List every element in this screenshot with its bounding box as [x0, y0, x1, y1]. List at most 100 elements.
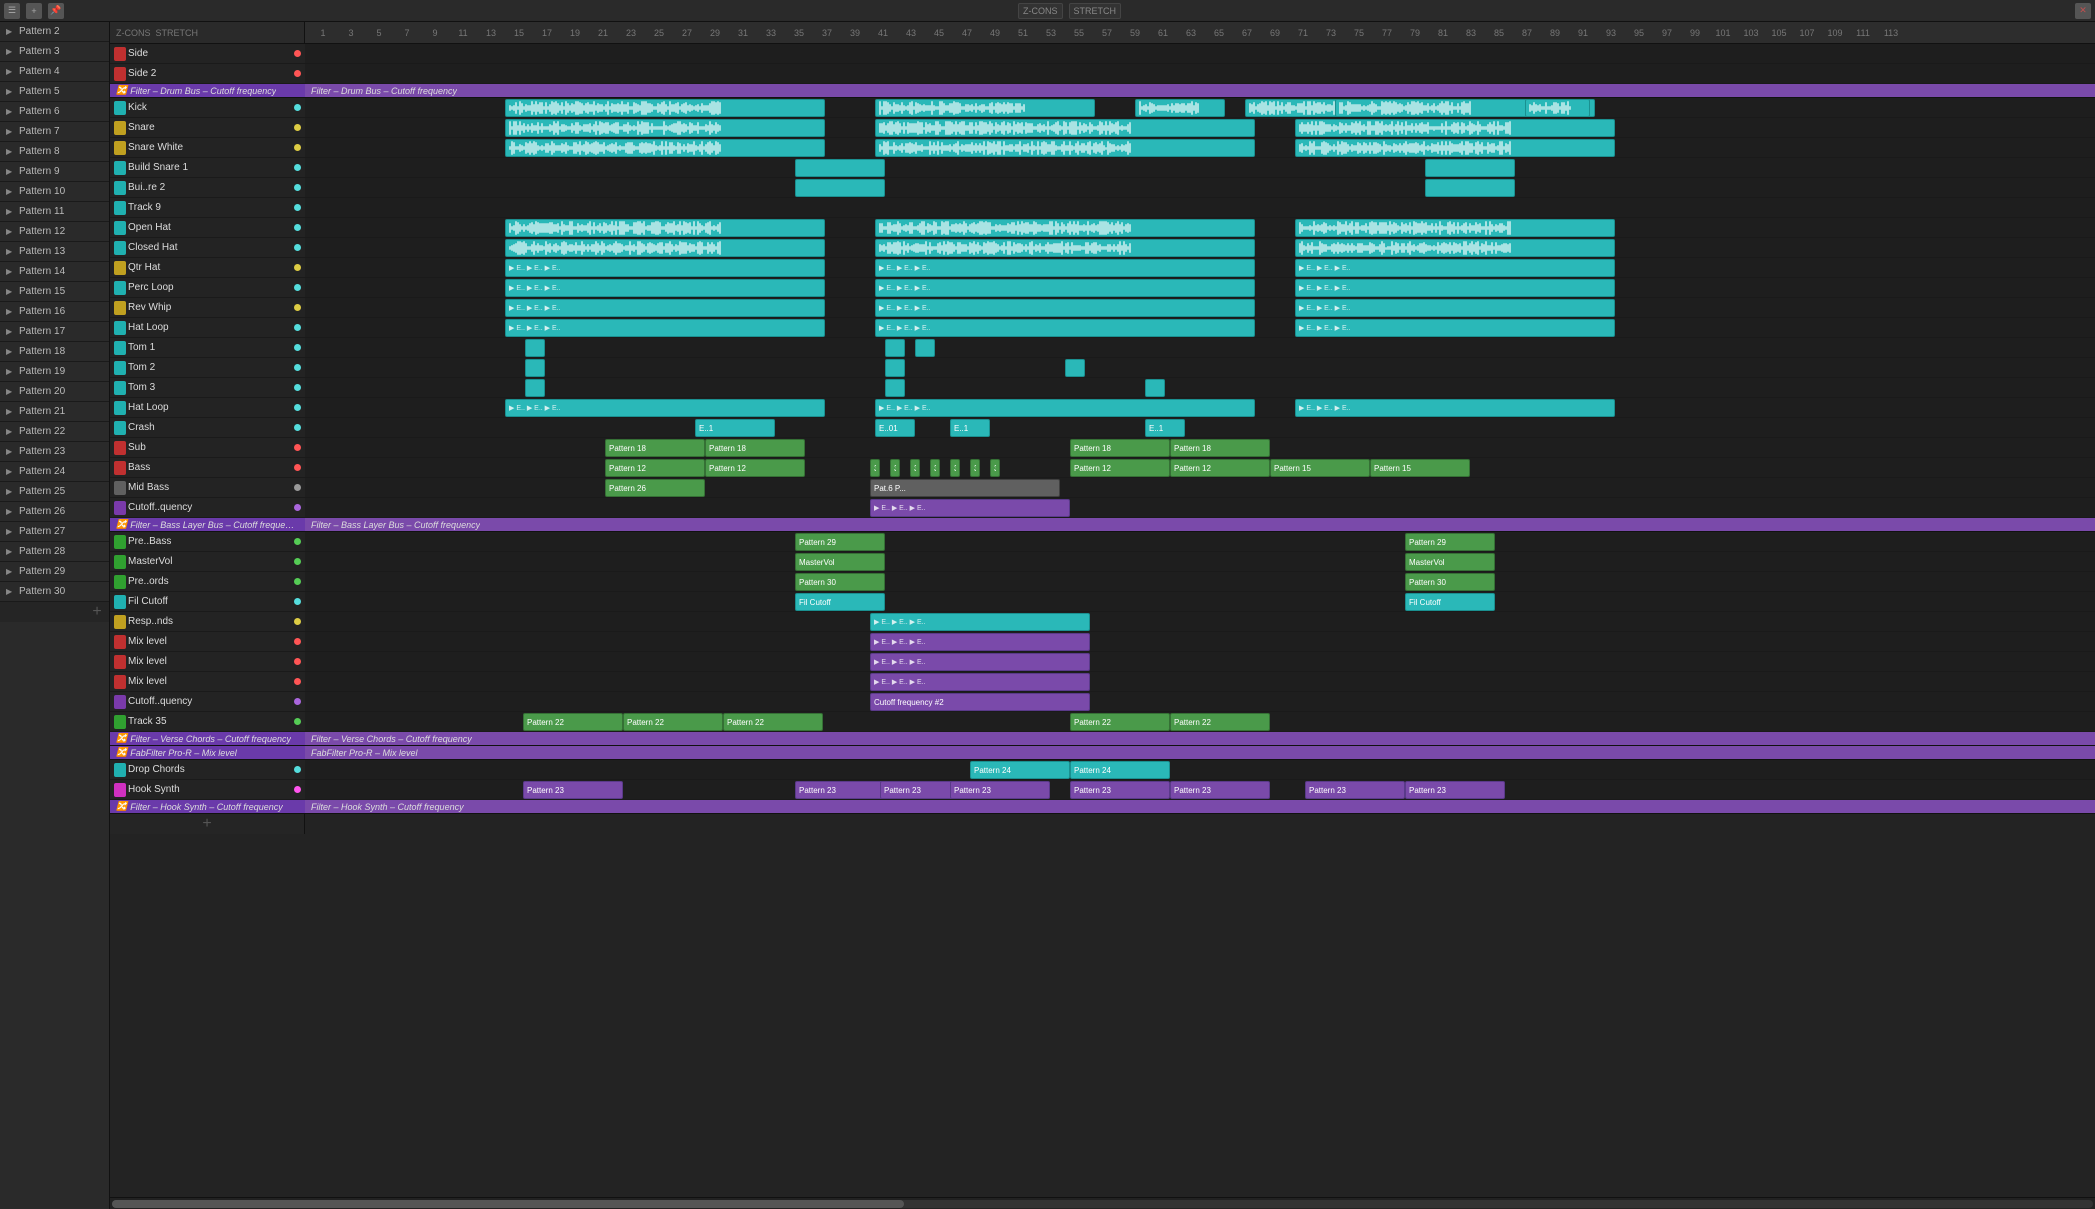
pattern-item-15[interactable]: ▶Pattern 17 — [0, 322, 109, 342]
clip-21-4[interactable]: 3 — [910, 459, 920, 477]
clip-21-5[interactable]: 3 — [930, 459, 940, 477]
clip-6-0[interactable] — [795, 159, 885, 177]
filter-label[interactable]: 🔀 FabFilter Pro-R – Mix level — [110, 746, 305, 760]
clip-37-0[interactable]: Pattern 24 — [970, 761, 1070, 779]
clip-15-1[interactable] — [885, 339, 905, 357]
track-label-37[interactable]: Drop Chords — [110, 760, 305, 780]
track-label-5[interactable]: Snare White — [110, 138, 305, 158]
clip-3-2[interactable] — [1135, 99, 1225, 117]
clip-14-2[interactable]: ▶ E.. ▶ E.. ▶ E.. — [1295, 319, 1615, 337]
clip-12-2[interactable]: ▶ E.. ▶ E.. ▶ E.. — [1295, 279, 1615, 297]
clip-34-3[interactable]: Pattern 22 — [1070, 713, 1170, 731]
clip-28-1[interactable]: Fil Cutoff — [1405, 593, 1495, 611]
clip-26-1[interactable]: MasterVol — [1405, 553, 1495, 571]
menu-icon[interactable]: ☰ — [4, 3, 20, 19]
clip-34-1[interactable]: Pattern 22 — [623, 713, 723, 731]
clip-20-2[interactable]: Pattern 18 — [1070, 439, 1170, 457]
clip-7-1[interactable] — [1425, 179, 1515, 197]
clip-12-1[interactable]: ▶ E.. ▶ E.. ▶ E.. — [875, 279, 1255, 297]
clip-18-2[interactable]: ▶ E.. ▶ E.. ▶ E.. — [1295, 399, 1615, 417]
filter-label[interactable]: 🔀 Filter – Verse Chords – Cutoff frequen… — [110, 732, 305, 746]
track-label-16[interactable]: Tom 2 — [110, 358, 305, 378]
clip-5-2[interactable] — [1295, 139, 1615, 157]
track-mute-dot[interactable] — [294, 678, 301, 685]
clip-20-0[interactable]: Pattern 18 — [605, 439, 705, 457]
pattern-item-8[interactable]: ▶Pattern 10 — [0, 182, 109, 202]
pattern-item-16[interactable]: ▶Pattern 18 — [0, 342, 109, 362]
track-mute-dot[interactable] — [294, 598, 301, 605]
track-label-17[interactable]: Tom 3 — [110, 378, 305, 398]
clip-27-0[interactable]: Pattern 30 — [795, 573, 885, 591]
clip-11-0[interactable]: ▶ E.. ▶ E.. ▶ E.. — [505, 259, 825, 277]
track-mute-dot[interactable] — [294, 264, 301, 271]
clip-38-0[interactable]: Pattern 23 — [523, 781, 623, 799]
clip-16-0[interactable] — [525, 359, 545, 377]
track-mute-dot[interactable] — [294, 304, 301, 311]
track-mute-dot[interactable] — [294, 698, 301, 705]
clip-15-0[interactable] — [525, 339, 545, 357]
clip-34-2[interactable]: Pattern 22 — [723, 713, 823, 731]
track-mute-dot[interactable] — [294, 284, 301, 291]
add-track-button[interactable]: + — [110, 814, 305, 834]
clip-22-0[interactable]: Pat.6 P... — [870, 479, 1060, 497]
clip-4-0[interactable] — [505, 119, 825, 137]
track-mute-dot[interactable] — [294, 484, 301, 491]
clip-21-9[interactable]: Pattern 12 — [1070, 459, 1170, 477]
clip-10-0[interactable] — [505, 239, 825, 257]
close-icon[interactable]: ✕ — [2075, 3, 2091, 19]
clip-20-3[interactable]: Pattern 18 — [1170, 439, 1270, 457]
track-mute-dot[interactable] — [294, 344, 301, 351]
pattern-item-5[interactable]: ▶Pattern 7 — [0, 122, 109, 142]
pattern-item-9[interactable]: ▶Pattern 11 — [0, 202, 109, 222]
pattern-item-19[interactable]: ▶Pattern 21 — [0, 402, 109, 422]
pattern-item-21[interactable]: ▶Pattern 23 — [0, 442, 109, 462]
track-mute-dot[interactable] — [294, 786, 301, 793]
clip-21-11[interactable]: Pattern 15 — [1270, 459, 1370, 477]
track-label-38[interactable]: Hook Synth — [110, 780, 305, 800]
clip-11-2[interactable]: ▶ E.. ▶ E.. ▶ E.. — [1295, 259, 1615, 277]
track-label-3[interactable]: Kick — [110, 98, 305, 118]
clip-25-1[interactable]: Pattern 29 — [1405, 533, 1495, 551]
track-mute-dot[interactable] — [294, 766, 301, 773]
clip-29-0[interactable]: ▶ E.. ▶ E.. ▶ E.. — [870, 613, 1090, 631]
track-label-7[interactable]: Bui..re 2 — [110, 178, 305, 198]
pattern-item-13[interactable]: ▶Pattern 15 — [0, 282, 109, 302]
track-mute-dot[interactable] — [294, 244, 301, 251]
clip-18-0[interactable]: ▶ E.. ▶ E.. ▶ E.. — [505, 399, 825, 417]
track-label-23[interactable]: Cutoff..quency — [110, 498, 305, 518]
clip-38-3[interactable]: Pattern 23 — [950, 781, 1050, 799]
track-label-0[interactable]: Side — [110, 44, 305, 64]
clip-17-0[interactable] — [525, 379, 545, 397]
clip-21-10[interactable]: Pattern 12 — [1170, 459, 1270, 477]
pattern-item-4[interactable]: ▶Pattern 6 — [0, 102, 109, 122]
filter-label[interactable]: 🔀 Filter – Hook Synth – Cutoff frequency — [110, 800, 305, 814]
clip-32-0[interactable]: ▶ E.. ▶ E.. ▶ E.. — [870, 673, 1090, 691]
clip-3-1[interactable] — [875, 99, 1095, 117]
track-label-34[interactable]: Track 35 — [110, 712, 305, 732]
clip-19-3[interactable]: E..1 — [1145, 419, 1185, 437]
clip-19-2[interactable]: E..1 — [950, 419, 990, 437]
clip-6-1[interactable] — [1425, 159, 1515, 177]
clip-10-2[interactable] — [1295, 239, 1615, 257]
track-mute-dot[interactable] — [294, 558, 301, 565]
track-mute-dot[interactable] — [294, 324, 301, 331]
clip-21-0[interactable]: Pattern 12 — [605, 459, 705, 477]
track-label-28[interactable]: Fil Cutoff — [110, 592, 305, 612]
track-mute-dot[interactable] — [294, 50, 301, 57]
clip-4-1[interactable] — [875, 119, 1255, 137]
track-label-27[interactable]: Pre..ords — [110, 572, 305, 592]
clip-18-1[interactable]: ▶ E.. ▶ E.. ▶ E.. — [875, 399, 1255, 417]
clip-16-2[interactable] — [1065, 359, 1085, 377]
clip-14-1[interactable]: ▶ E.. ▶ E.. ▶ E.. — [875, 319, 1255, 337]
pattern-item-12[interactable]: ▶Pattern 14 — [0, 262, 109, 282]
add-track-icon[interactable]: + — [26, 3, 42, 19]
track-label-19[interactable]: Crash — [110, 418, 305, 438]
clip-21-6[interactable]: 3 — [950, 459, 960, 477]
clip-4-2[interactable] — [1295, 119, 1615, 137]
track-label-33[interactable]: Cutoff..quency — [110, 692, 305, 712]
track-mute-dot[interactable] — [294, 384, 301, 391]
clip-3-5[interactable] — [1525, 99, 1590, 117]
pattern-item-7[interactable]: ▶Pattern 9 — [0, 162, 109, 182]
track-mute-dot[interactable] — [294, 538, 301, 545]
clip-13-2[interactable]: ▶ E.. ▶ E.. ▶ E.. — [1295, 299, 1615, 317]
